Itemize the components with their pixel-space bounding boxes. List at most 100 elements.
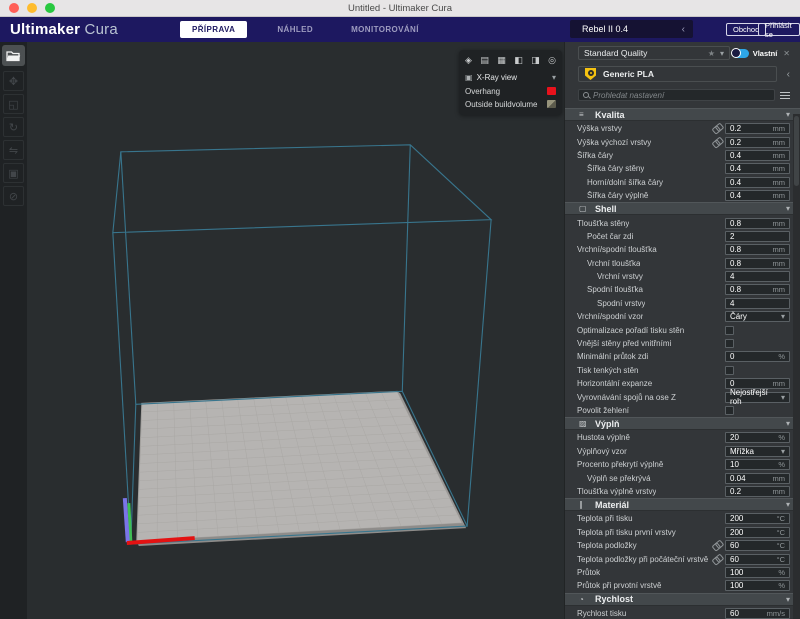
section-title: Výplň	[595, 419, 620, 429]
open-file-button[interactable]	[2, 45, 25, 66]
view-top-icon[interactable]: ▦	[497, 53, 506, 68]
view-mode-dropdown[interactable]: ▣ X-Ray view ▾	[465, 70, 556, 84]
setting-value: 0.2	[730, 138, 741, 147]
section-header-shell[interactable]: ▢Shell▾	[565, 202, 800, 215]
setting-input[interactable]: 4	[725, 271, 790, 282]
setting-dropdown[interactable]: Mřížka▾	[725, 446, 790, 457]
move-tool-button[interactable]: ✥	[3, 71, 24, 91]
setting-input[interactable]: 60mm/s	[725, 608, 790, 619]
setting-input[interactable]: 0.4 mm	[725, 163, 790, 174]
setting-input[interactable]: 4	[725, 298, 790, 309]
setting-label: Rychlost tisku	[565, 609, 626, 618]
z-axis-indicator	[125, 498, 128, 542]
setting-label: Vrchní vrstvy	[565, 272, 643, 281]
scale-tool-button[interactable]: ◱	[3, 94, 24, 114]
mirror-tool-button[interactable]: ⇋	[3, 140, 24, 160]
setting-row: Horní/dolní šířka čáry0.4mm	[565, 176, 800, 189]
setting-value: 0.4	[730, 151, 741, 160]
tab-monitor[interactable]: MONITOROVÁNÍ	[343, 22, 427, 37]
viewport-3d[interactable]: ◈▤▦◧◨◎ ▣ X-Ray view ▾ Overhang Outside b…	[27, 42, 565, 619]
setting-value: 0.04	[730, 474, 746, 483]
setting-row: Počet čar zdi2	[565, 230, 800, 243]
setting-value: 60	[730, 555, 739, 564]
rotate-tool-button[interactable]: ↻	[3, 117, 24, 137]
profile-dropdown[interactable]: Standard Quality ★ ▾	[578, 46, 730, 60]
setting-label: Horizontální expanze	[565, 379, 652, 388]
view-xray-icon[interactable]: ◎	[548, 53, 556, 68]
setting-input[interactable]: 0.04mm	[725, 473, 790, 484]
sign-in-button[interactable]: Přihlásit se	[758, 23, 800, 36]
scrollbar-thumb[interactable]	[794, 116, 799, 186]
settings-search-input[interactable]: Prohledat nastavení	[578, 89, 775, 101]
setting-checkbox[interactable]	[725, 326, 734, 335]
setting-input[interactable]: 0.2mm	[725, 123, 790, 134]
app-header: Ultimaker Cura PŘÍPRAVA NÁHLED MONITOROV…	[0, 17, 800, 42]
setting-label: Vyrovnávání spojů na ose Z	[565, 393, 676, 402]
material-selector[interactable]: Generic PLA	[578, 66, 777, 82]
xray-cube-icon: ▣	[465, 73, 473, 82]
logo-ultimaker: Ultimaker	[10, 21, 80, 38]
view-3d-icon[interactable]: ◈	[465, 53, 472, 68]
custom-mode-toggle[interactable]	[732, 49, 749, 58]
setting-input[interactable]: 60°C	[725, 554, 790, 565]
section-title: Rychlost	[595, 594, 633, 604]
settings-menu-icon[interactable]	[780, 92, 790, 99]
setting-input[interactable]: 0.8mm	[725, 218, 790, 229]
setting-input[interactable]: 100%	[725, 567, 790, 578]
setting-checkbox[interactable]	[725, 339, 734, 348]
setting-input[interactable]: 100%	[725, 580, 790, 591]
setting-value: 0	[730, 379, 734, 388]
settings-scrollbar[interactable]	[793, 114, 800, 619]
setting-input[interactable]: 0%	[725, 351, 790, 362]
setting-input[interactable]: 10%	[725, 459, 790, 470]
search-placeholder: Prohledat nastavení	[593, 91, 664, 100]
tab-preview[interactable]: NÁHLED	[269, 22, 321, 37]
setting-label: Vrchní/spodní vzor	[565, 312, 643, 321]
section-header-materiál[interactable]: ∥Materiál▾	[565, 498, 800, 511]
section-header-výplň[interactable]: ▨Výplň▾	[565, 417, 800, 430]
setting-row: Hustota výplně20%	[565, 431, 800, 444]
setting-input[interactable]: 200°C	[725, 513, 790, 524]
section-header-rychlost[interactable]: ◔Rychlost▾	[565, 593, 800, 606]
view-front-icon[interactable]: ▤	[480, 53, 489, 68]
chevron-left-icon[interactable]: ‹	[787, 69, 790, 80]
setting-row: Vrchní vrstvy 4	[565, 270, 800, 283]
main-content: ✥ ◱ ↻ ⇋ ▣ ⊘ ◈ ▤ ▦ ◧ ◨ ◎	[0, 42, 800, 619]
tab-prepare[interactable]: PŘÍPRAVA	[180, 21, 247, 38]
section-header-kvalita[interactable]: ≡Kvalita▾	[565, 108, 800, 121]
setting-input[interactable]: 0.4mm	[725, 150, 790, 161]
view-right-icon[interactable]: ◨	[531, 53, 540, 68]
close-icon[interactable]: ✕	[783, 49, 790, 58]
setting-unit: mm	[773, 178, 786, 187]
setting-input[interactable]: 0.4mm	[725, 177, 790, 188]
setting-value: 0.4	[730, 164, 741, 173]
per-model-settings-icon: ▣	[8, 167, 18, 180]
setting-input[interactable]: 60°C	[725, 540, 790, 551]
section-title: Kvalita	[595, 110, 625, 120]
setting-input[interactable]: 0.2mm	[725, 486, 790, 497]
per-model-settings-button[interactable]: ▣	[3, 163, 24, 183]
material-value: Generic PLA	[603, 69, 654, 79]
setting-input[interactable]: 0.8mm	[725, 244, 790, 255]
setting-checkbox[interactable]	[725, 406, 734, 415]
support-blocker-button[interactable]: ⊘	[3, 186, 24, 206]
setting-dropdown[interactable]: Čáry▾	[725, 311, 790, 322]
setting-input[interactable]: 0.8mm	[725, 284, 790, 295]
setting-unit: %	[778, 581, 785, 590]
setting-input[interactable]: 20%	[725, 432, 790, 443]
setting-input[interactable]: 0.8mm	[725, 258, 790, 269]
setting-input[interactable]: 2	[725, 231, 790, 242]
chevron-down-icon: ▾	[720, 49, 724, 58]
setting-input[interactable]: 0.2mm	[725, 137, 790, 148]
printer-selector[interactable]: Rebel II 0.4 ‹	[570, 20, 693, 38]
view-left-icon[interactable]: ◧	[514, 53, 523, 68]
camera-view-buttons: ◈ ▤ ▦ ◧ ◨ ◎	[465, 53, 556, 68]
setting-dropdown[interactable]: Nejostřejší roh▾	[725, 392, 790, 403]
section-title: Materiál	[595, 500, 629, 510]
chevron-down-icon: ▾	[786, 204, 790, 213]
setting-input[interactable]: 200°C	[725, 527, 790, 538]
setting-unit: mm	[773, 164, 786, 173]
link-icon	[711, 541, 721, 551]
setting-input[interactable]: 0.4mm	[725, 190, 790, 201]
setting-checkbox[interactable]	[725, 366, 734, 375]
